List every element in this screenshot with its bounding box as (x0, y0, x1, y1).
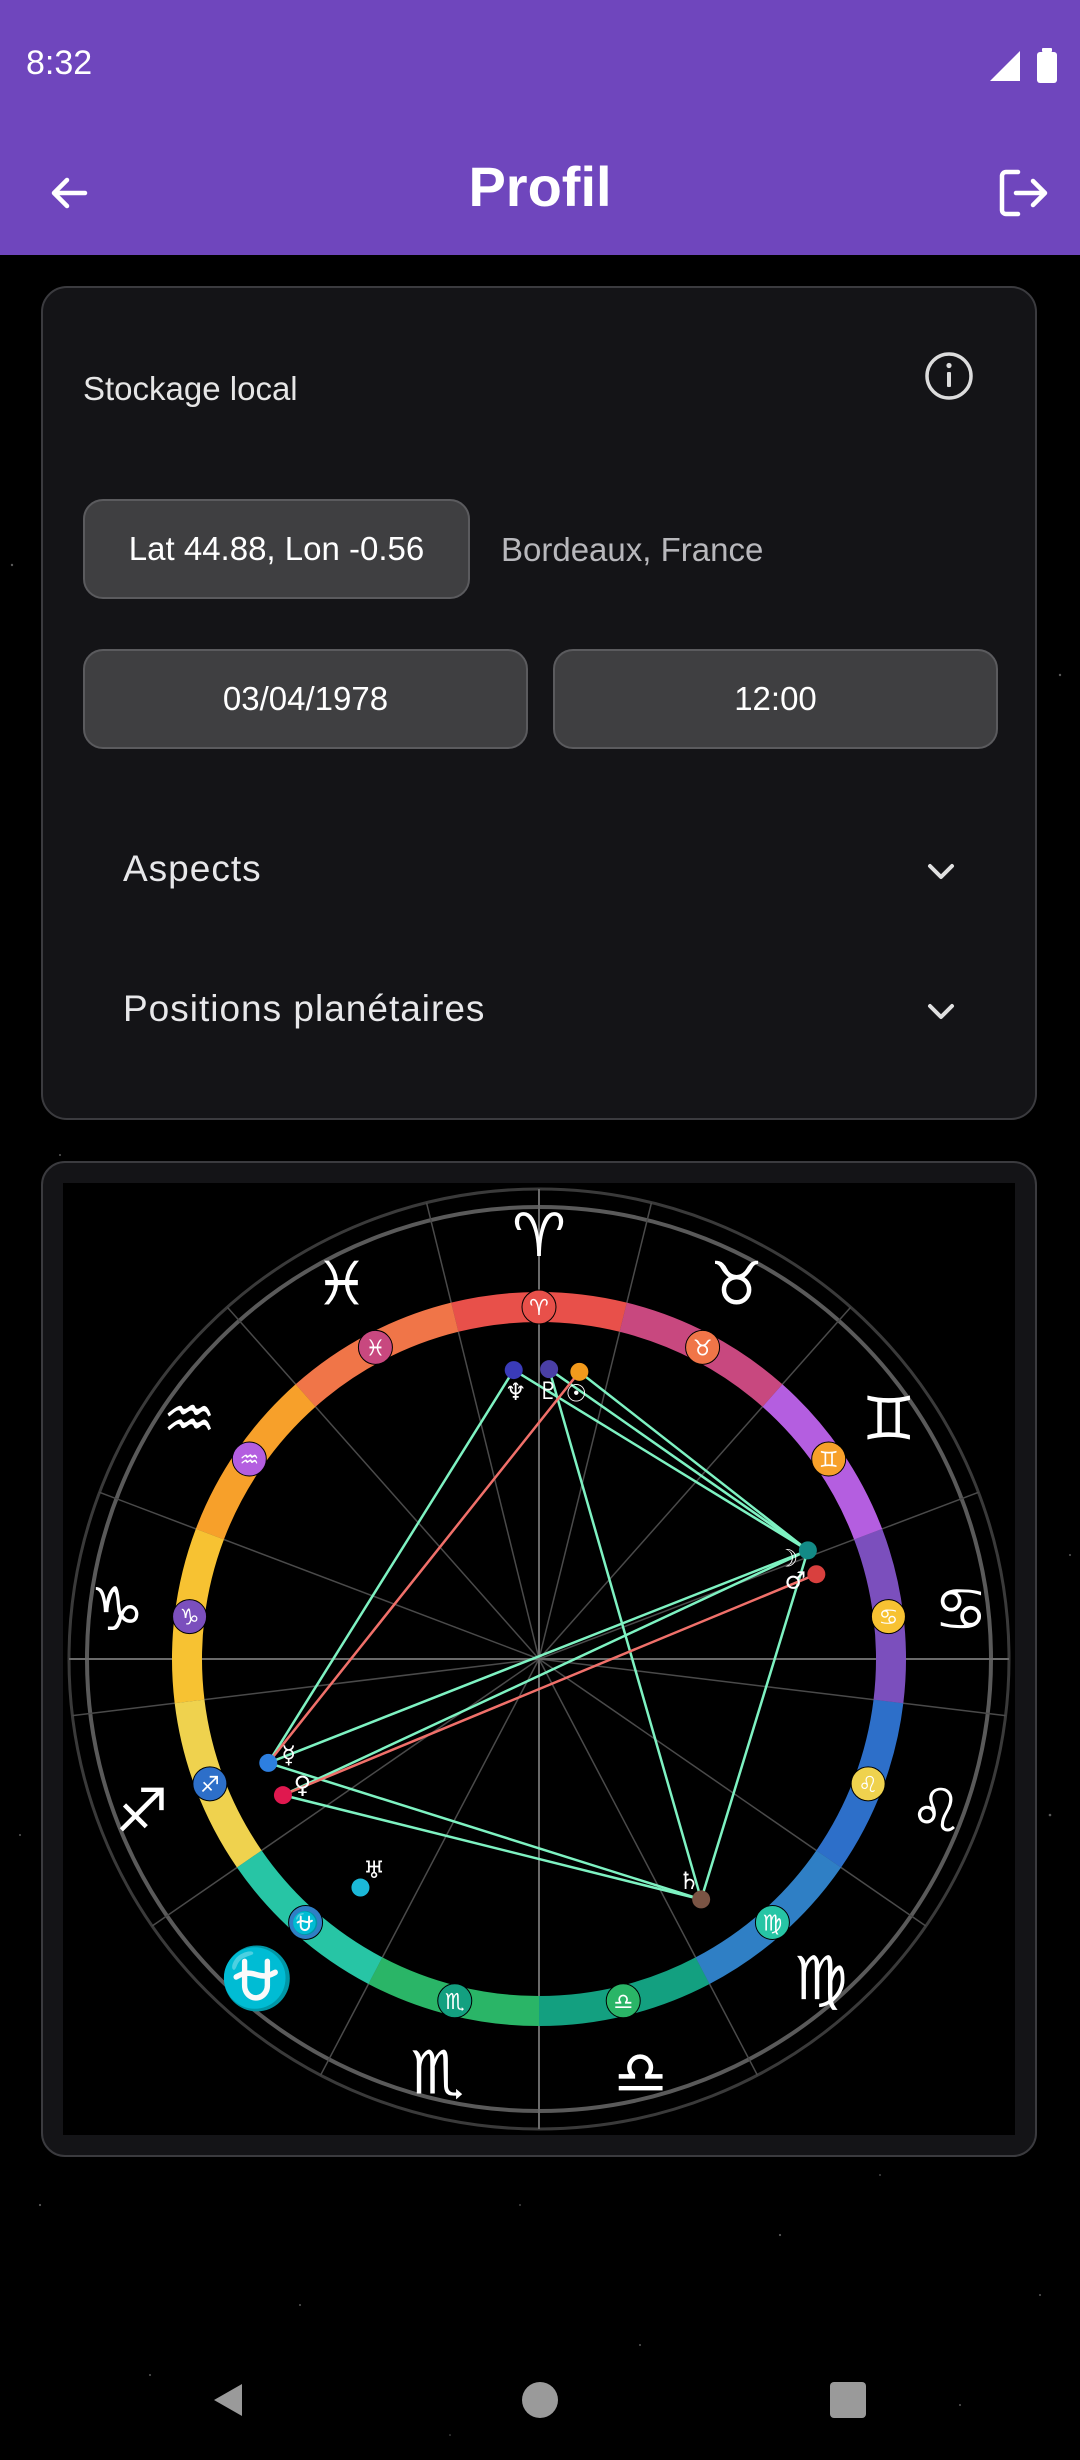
sign-marker-glyph-virgo: ♍ (763, 1911, 783, 1936)
sign-marker-glyph-taurus: ♉ (693, 1336, 713, 1361)
aspect-line-moon-venus (282, 1549, 809, 1797)
info-icon (925, 352, 973, 400)
chevron-down-icon (928, 864, 954, 879)
signal-icon (990, 51, 1020, 81)
planet-glyph-uranus: ♅ (363, 1856, 385, 1884)
system-nav-bar (0, 2340, 1080, 2460)
planet-dot-sun (570, 1362, 589, 1381)
app-bar: Profil (0, 130, 1080, 255)
logout-button[interactable] (988, 158, 1058, 228)
sign-marker-glyph-aquarius: ♒ (239, 1448, 259, 1473)
sign-marker-glyph-leo: ♌ (858, 1773, 878, 1798)
sign-marker-glyph-pisces: ♓ (366, 1336, 386, 1361)
planet-positions-label: Positions planétaires (123, 988, 486, 1029)
sign-glyph-libra: ♎ (614, 2039, 668, 2109)
planet-dot-venus (273, 1786, 292, 1805)
planet-glyph-mercury: ☿ (281, 1741, 296, 1769)
sign-marker-glyph-gemini: ♊ (819, 1448, 839, 1473)
time-button[interactable]: 12:00 (553, 649, 998, 749)
planet-glyph-venus: ♀ (294, 1771, 312, 1799)
sign-glyph-ophiuchus: ⛎ (220, 1944, 295, 2014)
sign-glyph-taurus: ♉ (710, 1250, 764, 1320)
nav-recents-icon (830, 2382, 866, 2418)
info-button[interactable] (919, 346, 979, 406)
sign-glyph-pisces: ♓ (315, 1250, 369, 1320)
planet-glyph-saturn: ♄ (678, 1867, 700, 1895)
planet-glyph-mars: ♂ (785, 1567, 807, 1595)
sign-glyph-gemini: ♊ (862, 1385, 916, 1455)
date-button[interactable]: 03/04/1978 (83, 649, 528, 749)
aspect-line-mercury-saturn (267, 1761, 702, 1901)
status-bar: 8:32 (0, 0, 1080, 130)
location-label: Bordeaux, France (501, 531, 764, 568)
sign-marker-glyph-sagittarius: ♐ (200, 1773, 220, 1798)
nav-back-button[interactable] (190, 2362, 266, 2438)
sign-marker-glyph-libra: ♎ (613, 1990, 633, 2015)
page-title: Profil (468, 155, 612, 218)
nav-back-icon (214, 2384, 242, 2416)
planet-positions-expander[interactable]: Positions planétaires (83, 948, 999, 1068)
sign-glyph-sagittarius: ♐ (115, 1777, 169, 1847)
house-division-line (99, 1491, 540, 1660)
sign-glyph-virgo: ♍ (794, 1944, 848, 2014)
sign-glyph-cancer: ♋ (934, 1575, 988, 1645)
sign-marker-glyph-scorpio: ♏ (445, 1990, 465, 2015)
nav-home-icon (522, 2382, 558, 2418)
status-icons (988, 48, 1058, 84)
aspect-line-moon-saturn (699, 1549, 810, 1900)
natal-chart-card: ♈ ♈ ♉ ♉ ♊ ♊ ♋ ♋ ♌ ♌ ♍ ♍ ♎ ♎ ♏ ♏ ⛎ ⛎ ♐ ♐ ♑ ♑ ♒ ♒ ♓ ♓ ♆ ♇ ☉ ☽ ♂ ♄ ♅ ♀ ☿ (41, 1161, 1037, 2157)
house-division-line (538, 1202, 653, 1660)
sign-marker-glyph-ophiuchus: ⛎ (292, 1910, 319, 1936)
aspect-line-mars-venus (282, 1573, 817, 1797)
sign-glyph-capricorn: ♑ (90, 1575, 144, 1645)
chevron-down-icon (928, 1004, 954, 1019)
nav-home-button[interactable] (502, 2362, 578, 2438)
aspect-line-sun-mercury (267, 1371, 581, 1764)
planet-dot-pluto (540, 1360, 559, 1379)
sign-marker-glyph-capricorn: ♑ (180, 1606, 200, 1631)
planet-glyph-sun: ☉ (566, 1380, 588, 1408)
planet-dot-mercury (259, 1753, 278, 1772)
storage-label: Stockage local (83, 370, 298, 407)
planet-dot-moon (798, 1541, 817, 1560)
profile-card: Stockage local Lat 44.88, Lon -0.56 Bord… (41, 286, 1037, 1120)
sign-glyph-aquarius: ♒ (162, 1385, 216, 1455)
planet-glyph-neptune: ♆ (505, 1378, 527, 1406)
natal-chart[interactable]: ♈ ♈ ♉ ♉ ♊ ♊ ♋ ♋ ♌ ♌ ♍ ♍ ♎ ♎ ♏ ♏ ⛎ ⛎ ♐ ♐ ♑ ♑ ♒ ♒ ♓ ♓ ♆ ♇ ☉ ☽ ♂ ♄ ♅ ♀ ☿ (63, 1183, 1015, 2135)
status-time: 8:32 (26, 44, 93, 82)
aspects-expander[interactable]: Aspects (83, 808, 999, 928)
sign-glyph-aries: ♈ (512, 1201, 566, 1271)
natal-chart-wheel: ♈♈♉♉♊♊♋ ♋♌ ♌♍♍♎♎♏♏⛎⛎♐♐♑♑♒♒♓♓♆ ♇ ☉☽♂♄♅♀☿ (67, 1187, 1011, 2131)
sign-glyph-leo: ♌ (909, 1777, 963, 1847)
logout-icon (999, 169, 1048, 217)
battery-icon (1037, 48, 1057, 83)
planet-glyph-pluto: ♇ (538, 1377, 560, 1405)
planet-dot-neptune (504, 1361, 523, 1380)
sign-marker-glyph-aries: ♈ (529, 1296, 549, 1321)
nav-recents-button[interactable] (810, 2362, 886, 2438)
coordinates-button[interactable]: Lat 44.88, Lon -0.56 (83, 499, 470, 599)
sign-glyph-scorpio: ♏ (410, 2039, 464, 2109)
aspects-label: Aspects (123, 848, 262, 889)
sign-marker-glyph-cancer: ♋ (879, 1606, 899, 1631)
planet-dot-mars (807, 1565, 826, 1584)
house-division-line (425, 1202, 540, 1660)
